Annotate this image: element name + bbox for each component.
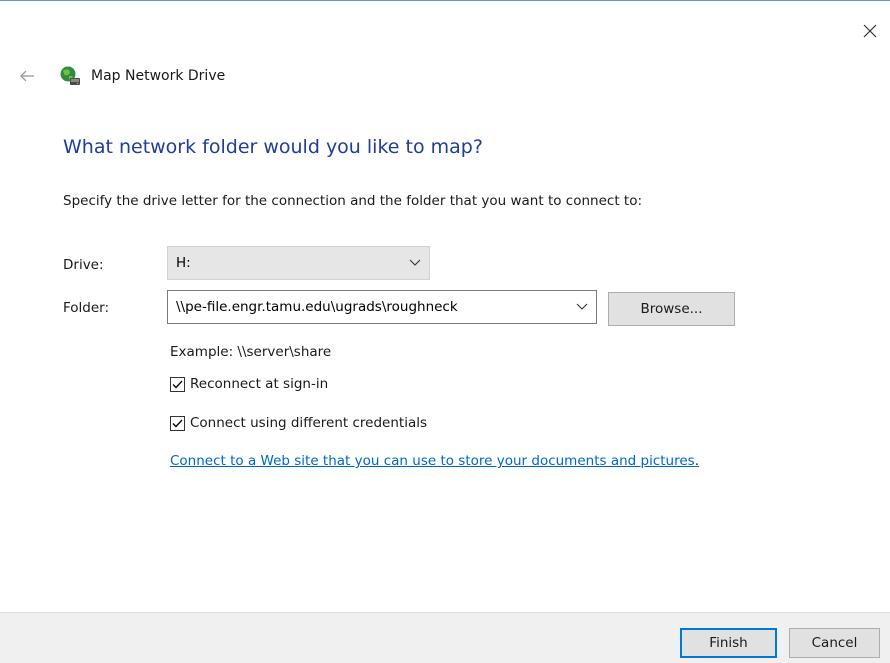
drive-select[interactable]: H: — [167, 246, 430, 280]
folder-combobox[interactable]: \\pe-file.engr.tamu.edu\ugrads\roughneck — [167, 290, 597, 324]
dialog-title: Map Network Drive — [91, 68, 226, 84]
close-button[interactable] — [850, 15, 890, 47]
reconnect-label: Reconnect at sign-in — [190, 376, 329, 392]
reconnect-checkbox[interactable] — [170, 376, 185, 392]
browse-button[interactable]: Browse... — [608, 292, 735, 326]
folder-label: Folder: — [63, 300, 110, 316]
credentials-checkbox[interactable] — [170, 415, 185, 431]
folder-input-value[interactable]: \\pe-file.engr.tamu.edu\ugrads\roughneck — [176, 299, 568, 315]
network-drive-icon — [60, 66, 80, 85]
back-arrow-icon — [20, 70, 34, 82]
map-network-drive-dialog: Map Network Drive What network folder wo… — [0, 0, 890, 663]
finish-button[interactable]: Finish — [680, 628, 777, 658]
web-site-link-row: Connect to a Web site that you can use t… — [170, 453, 699, 469]
drive-label: Drive: — [63, 257, 104, 273]
example-hint: Example: \\server\share — [170, 344, 332, 360]
credentials-checkbox-row[interactable]: Connect using different credentials — [170, 415, 427, 431]
chevron-down-icon — [401, 259, 429, 267]
description-text: Specify the drive letter for the connect… — [63, 193, 643, 209]
reconnect-checkbox-row[interactable]: Reconnect at sign-in — [170, 376, 328, 392]
credentials-label: Connect using different credentials — [190, 415, 428, 431]
checkmark-icon — [172, 380, 183, 388]
dialog-header: Map Network Drive — [17, 63, 225, 89]
chevron-down-icon[interactable] — [568, 303, 596, 311]
close-icon — [863, 24, 877, 38]
back-button[interactable] — [17, 66, 37, 86]
checkmark-icon — [172, 419, 183, 427]
cancel-button[interactable]: Cancel — [789, 628, 880, 658]
web-site-link-period: . — [694, 453, 699, 469]
web-site-link[interactable]: Connect to a Web site that you can use t… — [170, 453, 695, 469]
main-instruction: What network folder would you like to ma… — [63, 136, 483, 158]
dialog-footer: Finish Cancel — [0, 612, 890, 663]
drive-select-value: H: — [176, 255, 191, 271]
